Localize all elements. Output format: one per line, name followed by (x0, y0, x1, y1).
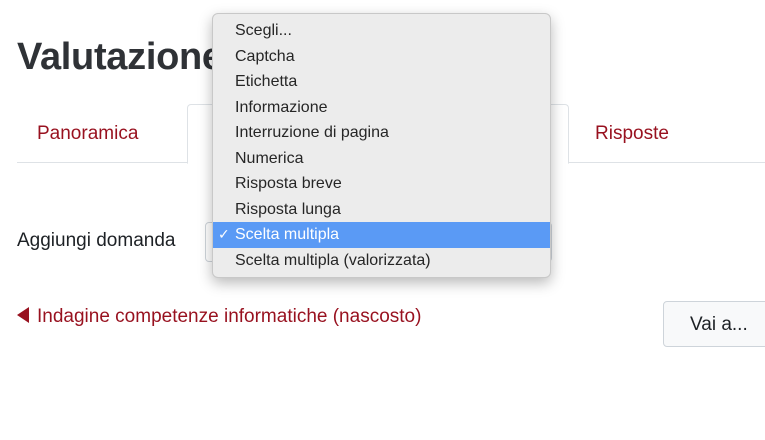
back-link-label: Indagine competenze informatiche (nascos… (37, 306, 422, 327)
option-interruzione-di-pagina[interactable]: Interruzione di pagina (213, 120, 550, 146)
back-link[interactable]: Indagine competenze informatiche (nascos… (17, 306, 421, 328)
option-numerica[interactable]: Numerica (213, 146, 550, 172)
tab-responses[interactable]: Risposte (595, 104, 669, 162)
option-scegli[interactable]: Scegli... (213, 18, 550, 44)
tab-overview[interactable]: Panoramica (37, 104, 138, 162)
option-captcha[interactable]: Captcha (213, 44, 550, 70)
question-type-dropdown: Scegli... Captcha Etichetta Informazione… (212, 13, 551, 278)
page: Valutazione Panoramica Risposte Aggiungi… (0, 0, 765, 440)
add-question-label: Aggiungi domanda (17, 230, 176, 251)
option-scelta-multipla[interactable]: ✓ Scelta multipla (213, 222, 550, 248)
goto-button[interactable]: Vai a... (663, 301, 765, 347)
option-etichetta[interactable]: Etichetta (213, 69, 550, 95)
checkmark-icon: ✓ (218, 226, 230, 242)
triangle-left-icon (17, 307, 29, 323)
option-risposta-breve[interactable]: Risposta breve (213, 171, 550, 197)
page-title: Valutazione (17, 36, 223, 78)
option-informazione[interactable]: Informazione (213, 95, 550, 121)
option-risposta-lunga[interactable]: Risposta lunga (213, 197, 550, 223)
option-scelta-multipla-valorizzata[interactable]: Scelta multipla (valorizzata) (213, 248, 550, 274)
